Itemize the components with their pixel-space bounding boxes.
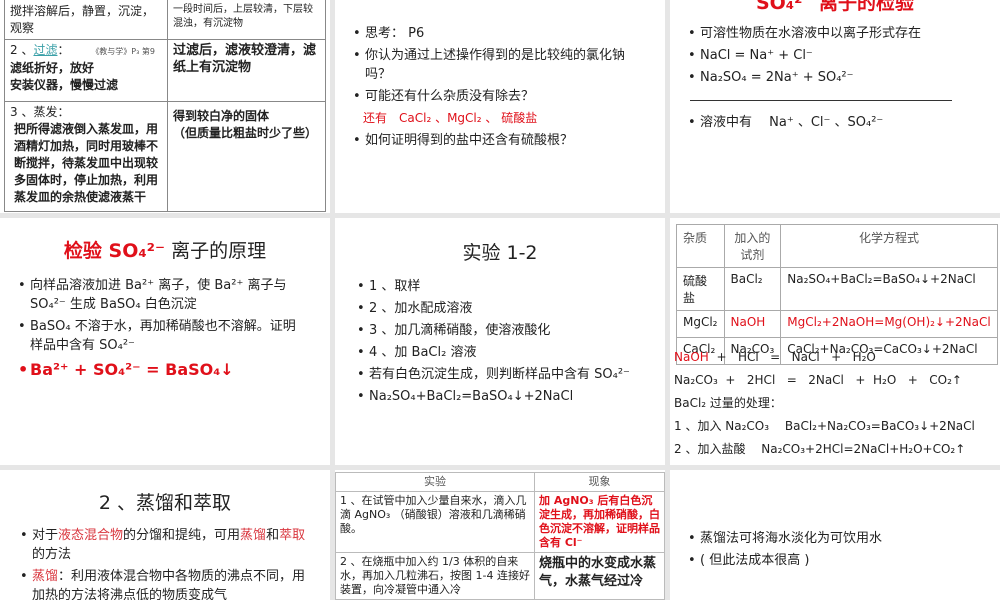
header-equation: 化学方程式 [780, 224, 998, 268]
row2-ref: 《教与学》P₃ 第9 [91, 47, 155, 56]
title-rest: 离子的原理 [165, 240, 267, 262]
bullet: 思考： P6 [351, 24, 631, 43]
bullet: 对于液态混合物的分馏和提纯，可用蒸馏和萃取的方法 [18, 526, 308, 564]
highlight: 蒸馏 [240, 528, 267, 543]
filter-link[interactable]: 过滤 [33, 43, 57, 57]
row2-left: 2 、过滤： 《教与学》P₃ 第9 滤纸折好，放好 安装仪器，慢慢过滤 [4, 39, 168, 102]
slide-thumbnail-5[interactable]: 实验 1-2 1 、取样 2 、加水配成溶液 3 、加几滴稀硝酸，使溶液酸化 4… [335, 218, 665, 465]
text: 的分馏和提纯，可用 [123, 528, 241, 543]
bullet: 2 、加水配成溶液 [355, 299, 660, 318]
equations: NaOH + HCl = NaCl + H₂O Na₂CO₃ + 2HCl = 2… [674, 346, 1000, 461]
slide-thumbnail-8[interactable]: 实验 现象 1 、在试管中加入少量自来水，滴入几滴 AgNO₃ （硝酸银）溶液和… [335, 470, 665, 600]
cell: 加 AgNO₃ 后有白色沉淀生成，再加稀硝酸，白色沉淀不溶解，证明样品含有 Cl… [534, 491, 665, 553]
slide-thumbnail-9[interactable]: 蒸馏法可将海水淡化为可饮用水 ( 但此法成本很高 ) [670, 470, 1000, 600]
text: 和 [266, 528, 280, 543]
reagent-table: 杂质 加入的试剂 化学方程式 硫酸盐 BaCl₂ Na₂SO₄+BaCl₂=Ba… [676, 224, 998, 365]
row3-left: 3 、蒸发： 把所得滤液倒入蒸发皿，用酒精灯加热，同时用玻棒不断搅拌，待蒸发皿中… [4, 101, 168, 212]
header-phenomenon: 现象 [534, 472, 665, 492]
bullet: 如何证明得到的盐中还含有硫酸根？ [351, 131, 631, 150]
row3-right: 得到较白净的固体 （但质量比粗盐时少了些） [167, 101, 326, 212]
row2-num: 2 、 [10, 43, 34, 57]
divider [690, 100, 952, 101]
title-red: 检验 SO₄²⁻ [63, 240, 166, 262]
bullet: 1 、取样 [355, 277, 660, 296]
equation-1: NaOH + HCl = NaCl + H₂O [674, 346, 1000, 369]
eq1-red: NaOH [674, 350, 709, 364]
bullet: BaSO₄ 不溶于水，再加稀硝酸也不溶解。证明样品中含有 SO₄²⁻ [16, 317, 306, 355]
slide-title: 2 、蒸馏和萃取 [98, 492, 232, 514]
cell: 硫酸盐 [676, 267, 725, 311]
cell: BaCl₂ [723, 267, 782, 311]
text: 的方法 [32, 547, 72, 562]
header-impurity: 杂质 [676, 224, 725, 268]
slide-title: 实验 1-2 [462, 242, 538, 264]
bullet: 可能还有什么杂质没有除去？ [351, 87, 631, 106]
bullet: 你认为通过上述操作得到的是比较纯的氯化钠吗？ [351, 46, 631, 84]
highlight: 蒸馏 [32, 569, 59, 584]
slide-thumbnail-3[interactable]: SO₄²⁻ 离子的检验 可溶性物质在水溶液中以离子形式存在 NaCl = Na⁺… [670, 0, 1000, 213]
cell: NaOH [723, 310, 782, 338]
slide-title: 检验 SO₄²⁻ 离子的原理 [0, 236, 330, 263]
header-experiment: 实验 [335, 472, 535, 492]
procedure-table: 搅拌溶解后，静置，沉淀，观察 一段时间后，上层较清，下层较混浊，有沉淀物 2 、… [4, 0, 326, 212]
answer-text: 还有 CaCl₂ 、MgCl₂ 、 硫酸盐 [363, 111, 538, 125]
text: ：利用液体混合物中各物质的沸点不同，用加热的方法将沸点低的物质变成气 [32, 569, 306, 600]
equation-2: Na₂CO₃ + 2HCl = 2NaCl + H₂O + CO₂↑ [674, 373, 962, 387]
bullet: 溶液中有 Na⁺ 、Cl⁻ 、SO₄²⁻ [686, 113, 986, 132]
bullet: 4 、加 BaCl₂ 溶液 [355, 343, 660, 362]
cell: MgCl₂ [676, 310, 725, 338]
bullet: NaCl = Na⁺ + Cl⁻ [686, 46, 986, 65]
bullet-equation: Ba²⁺ + SO₄²⁻ = BaSO₄↓ [16, 358, 306, 382]
bullet: 可溶性物质在水溶液中以离子形式存在 [686, 24, 986, 43]
cell: 烧瓶中的水变成水蒸气，水蒸气经过冷 [534, 552, 665, 600]
text: 对于 [32, 528, 59, 543]
slide-title: SO₄²⁻ 离子的检验 [755, 0, 915, 14]
highlight: 萃取 [279, 528, 306, 543]
equation-5: 2 、加入盐酸 Na₂CO₃+2HCl=2NaCl+H₂O+CO₂↑ [674, 442, 966, 456]
slide-thumbnail-4[interactable]: 检验 SO₄²⁻ 离子的原理 向样品溶液加进 Ba²⁺ 离子，使 Ba²⁺ 离子… [0, 218, 330, 465]
cell: MgCl₂+2NaOH=Mg(OH)₂↓+2NaCl [780, 310, 998, 338]
cell: 1 、在试管中加入少量自来水，滴入几滴 AgNO₃ （硝酸银）溶液和几滴稀硝酸。 [335, 491, 535, 553]
bullet: 蒸馏法可将海水淡化为可饮用水 [686, 529, 986, 548]
row1-right: 一段时间后，上层较清，下层较混浊，有沉淀物 [167, 0, 326, 40]
row1-left: 搅拌溶解后，静置，沉淀，观察 [4, 0, 168, 40]
bullet: 若有白色沉淀生成，则判断样品中含有 SO₄²⁻ [355, 365, 660, 384]
equation-3: BaCl₂ 过量的处理： [674, 396, 782, 410]
highlight: 液态混合物 [58, 528, 124, 543]
row3-head: 3 、蒸发： [10, 105, 70, 119]
slide-thumbnail-2[interactable]: 思考： P6 你认为通过上述操作得到的是比较纯的氯化钠吗？ 可能还有什么杂质没有… [335, 0, 665, 213]
slide-thumbnail-7[interactable]: 2 、蒸馏和萃取 对于液态混合物的分馏和提纯，可用蒸馏和萃取的方法 蒸馏：利用液… [0, 470, 330, 600]
bullet: Na₂SO₄+BaCl₂=BaSO₄↓+2NaCl [355, 387, 660, 406]
eq1-rest: + HCl = NaCl + H₂O [708, 350, 876, 364]
slide-thumbnail-6[interactable]: 杂质 加入的试剂 化学方程式 硫酸盐 BaCl₂ Na₂SO₄+BaCl₂=Ba… [670, 218, 1000, 465]
bullet: 向样品溶液加进 Ba²⁺ 离子，使 Ba²⁺ 离子与 SO₄²⁻ 生成 BaSO… [16, 276, 306, 314]
cell: Na₂SO₄+BaCl₂=BaSO₄↓+2NaCl [780, 267, 998, 311]
header-reagent: 加入的试剂 [723, 224, 782, 268]
cell: 2 、在烧瓶中加入约 1/3 体积的自来水，再加入几粒沸石，按图 1-4 连接好… [335, 552, 535, 600]
row2-text: 滤纸折好，放好 安装仪器，慢慢过滤 [10, 61, 119, 92]
bullet: ( 但此法成本很高 ) [686, 551, 986, 570]
slide-thumbnail-1[interactable]: 搅拌溶解后，静置，沉淀，观察 一段时间后，上层较清，下层较混浊，有沉淀物 2 、… [0, 0, 330, 213]
experiment-table: 实验 现象 1 、在试管中加入少量自来水，滴入几滴 AgNO₃ （硝酸银）溶液和… [335, 472, 665, 600]
row2-colon: ： [57, 43, 70, 57]
row3-text: 把所得滤液倒入蒸发皿，用酒精灯加热，同时用玻棒不断搅拌，待蒸发皿中出现较多固体时… [14, 122, 159, 204]
equation-4: 1 、加入 Na₂CO₃ BaCl₂+Na₂CO₃=BaCO₃↓+2NaCl [674, 419, 975, 433]
bullet: 蒸馏：利用液体混合物中各物质的沸点不同，用加热的方法将沸点低的物质变成气 [18, 567, 308, 600]
bullet: 3 、加几滴稀硝酸，使溶液酸化 [355, 321, 660, 340]
row2-right: 过滤后，滤液较澄清，滤纸上有沉淀物 [167, 39, 326, 102]
bullet: Na₂SO₄ = 2Na⁺ + SO₄²⁻ [686, 68, 986, 87]
